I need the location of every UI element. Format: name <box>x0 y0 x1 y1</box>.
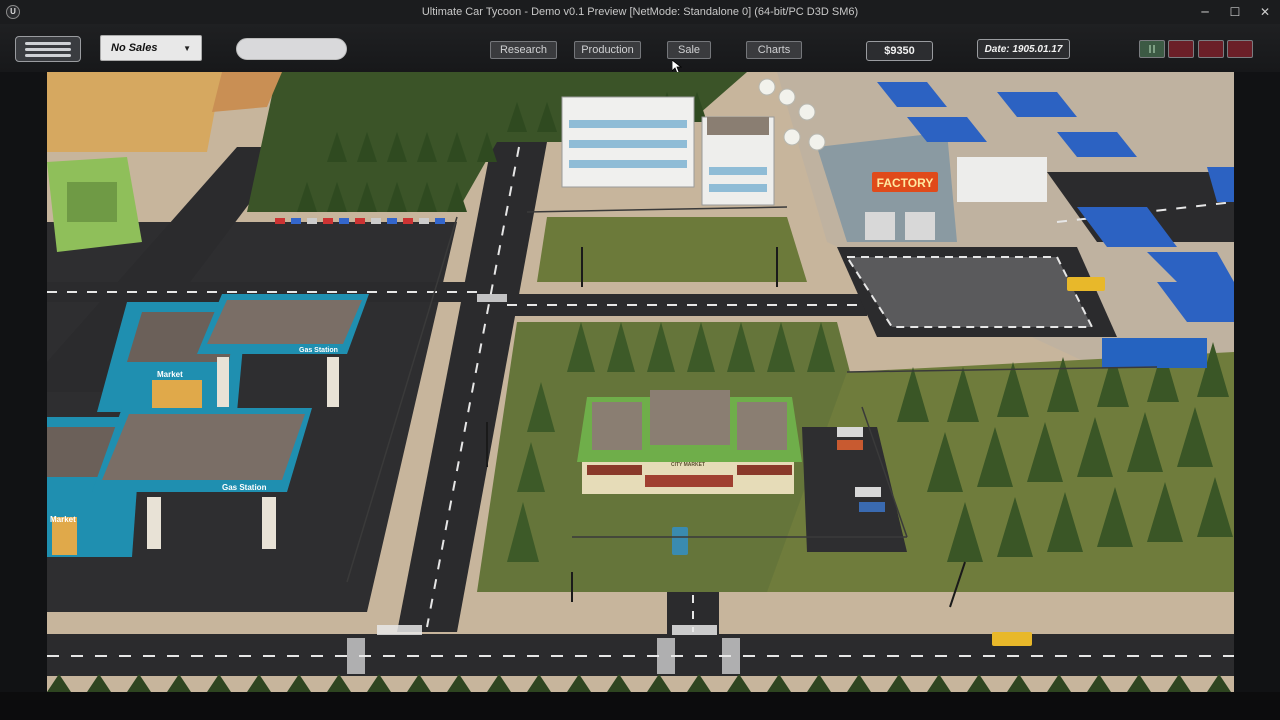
supermarket-sign: CITY MARKET <box>671 462 705 468</box>
unreal-logo-icon: U <box>6 5 20 19</box>
window-title-bar: U Ultimate Car Tycoon - Demo v0.1 Previe… <box>0 0 1280 24</box>
pause-button[interactable] <box>1139 40 1165 58</box>
speed-1-button[interactable] <box>1168 40 1194 58</box>
search-input[interactable] <box>236 38 347 60</box>
sales-dropdown[interactable]: No Sales ▼ <box>100 35 202 61</box>
market-sign-bottom: Market <box>50 515 76 524</box>
gas-sign-bottom: Gas Station <box>222 483 267 492</box>
window-controls: ─ ☐ ✕ <box>1190 0 1280 24</box>
speed-3-button[interactable] <box>1227 40 1253 58</box>
main-menu-button[interactable] <box>15 36 81 62</box>
city-scene: FACTORY Market Gas Station Market Gas St… <box>47 72 1234 692</box>
money-display: $9350 <box>866 41 933 61</box>
chevron-down-icon: ▼ <box>183 44 191 53</box>
blue-car <box>672 527 688 555</box>
maximize-button[interactable]: ☐ <box>1220 0 1250 24</box>
tab-production[interactable]: Production <box>574 41 641 59</box>
close-button[interactable]: ✕ <box>1250 0 1280 24</box>
tab-sale[interactable]: Sale <box>667 41 711 59</box>
factory-sign: FACTORY <box>877 176 934 190</box>
date-display: Date: 1905.01.17 <box>977 39 1070 59</box>
yellow-car <box>992 632 1032 646</box>
speed-2-button[interactable] <box>1198 40 1224 58</box>
game-viewport[interactable]: FACTORY Market Gas Station Market Gas St… <box>47 72 1234 692</box>
grass-field-top <box>537 217 807 282</box>
minimize-button[interactable]: ─ <box>1190 0 1220 24</box>
apartment-building <box>47 72 222 152</box>
game-toolbar: No Sales ▼ Research Production Sale Char… <box>0 24 1280 72</box>
window-title: Ultimate Car Tycoon - Demo v0.1 Preview … <box>421 6 859 18</box>
gas-sign-top: Gas Station <box>299 347 338 354</box>
hamburger-menu-icon <box>25 41 71 45</box>
pause-icon <box>1149 45 1155 53</box>
hamburger-line <box>25 53 71 57</box>
hamburger-line <box>25 47 71 51</box>
tab-charts[interactable]: Charts <box>746 41 802 59</box>
tab-research[interactable]: Research <box>490 41 557 59</box>
yellow-truck <box>1067 277 1105 291</box>
sales-dropdown-value: No Sales <box>111 42 158 54</box>
parked-cars-row <box>275 218 445 224</box>
bottom-strip <box>0 692 1280 720</box>
market-sign-top: Market <box>157 370 183 379</box>
